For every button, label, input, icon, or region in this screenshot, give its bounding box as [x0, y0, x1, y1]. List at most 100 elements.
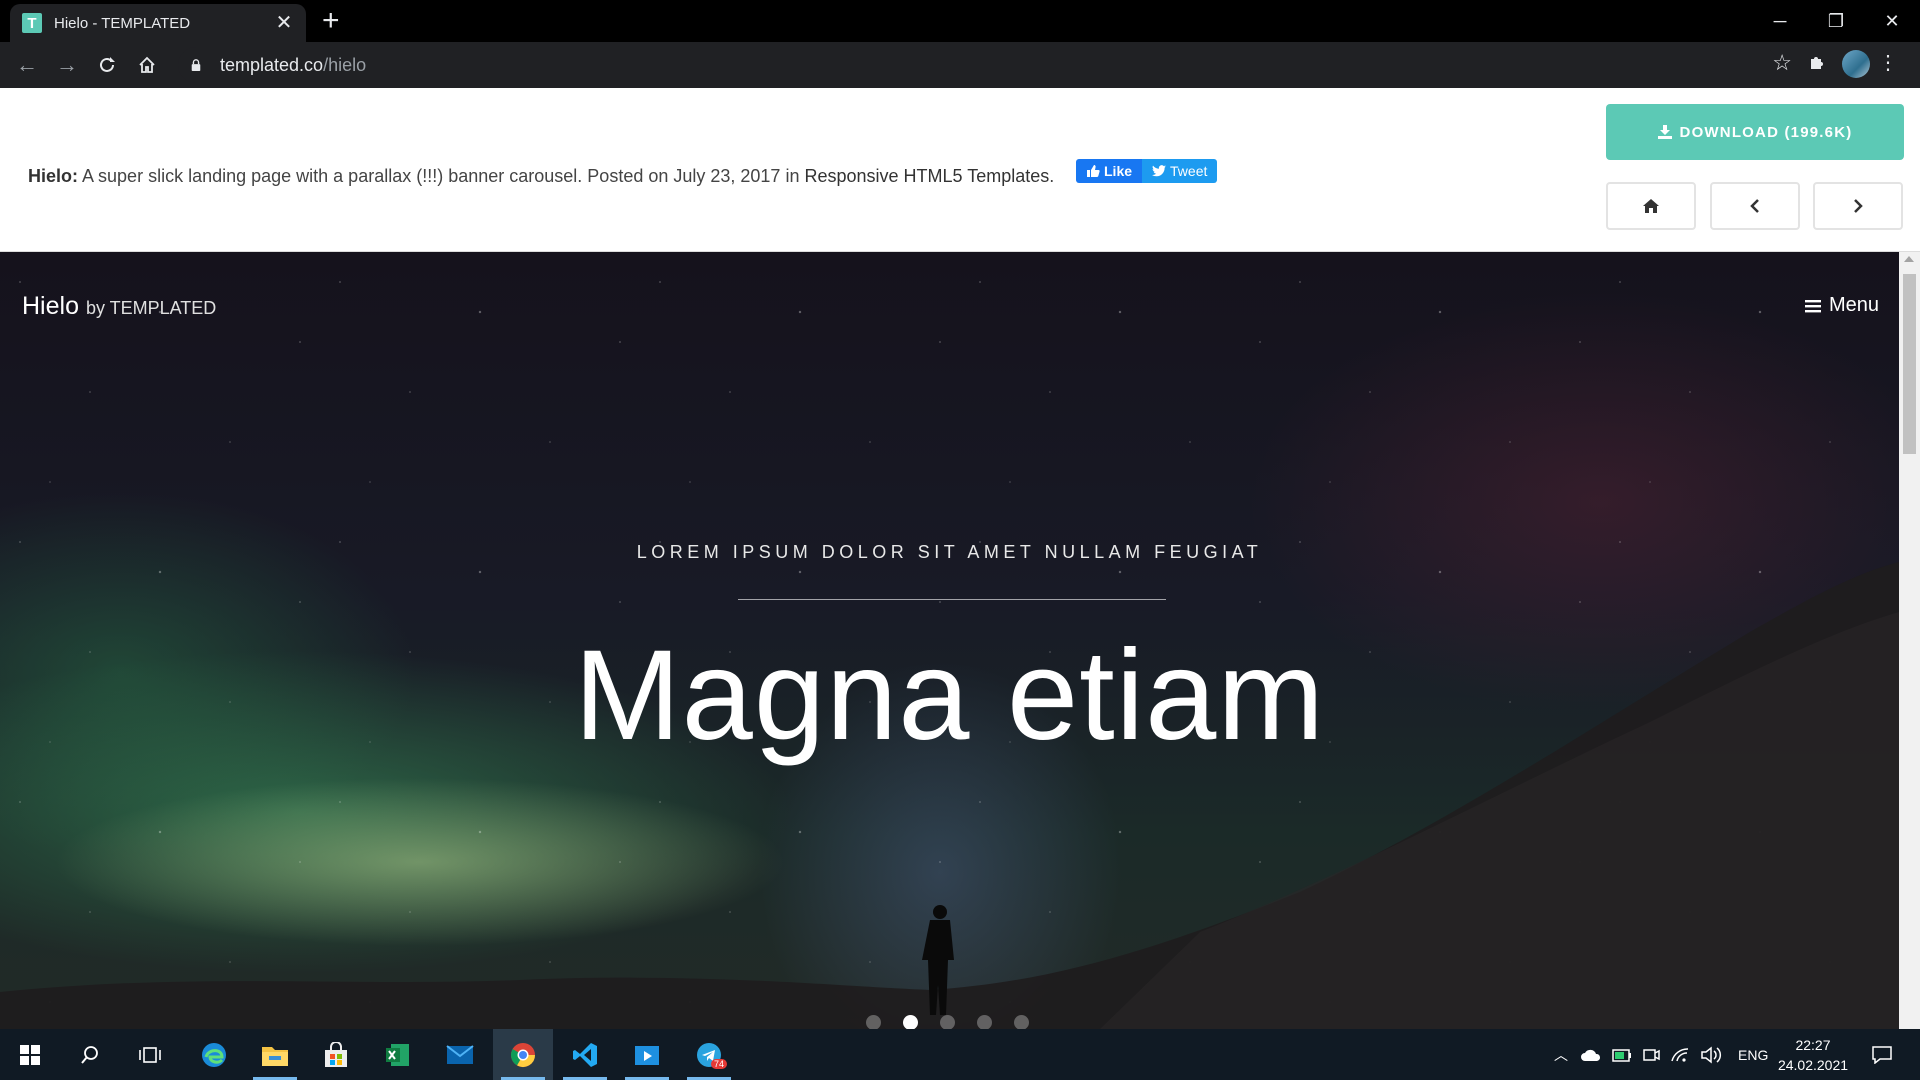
volume-icon[interactable]: [1700, 1045, 1722, 1064]
hamburger-icon: [1804, 299, 1821, 312]
chevron-left-icon: [1750, 199, 1759, 213]
restore-window-button[interactable]: ❐: [1808, 0, 1864, 42]
download-label: DOWNLOAD (199.6K): [1679, 123, 1853, 141]
site-logo[interactable]: Hielo by TEMPLATED: [22, 292, 216, 321]
home-nav-button[interactable]: [1606, 182, 1696, 230]
task-view-button[interactable]: [120, 1029, 180, 1080]
menu-label: Menu: [1828, 294, 1879, 316]
extensions-icon[interactable]: [1808, 52, 1828, 77]
reload-icon: [100, 57, 115, 72]
vscode-taskbar-button[interactable]: [555, 1029, 615, 1080]
tweet-label: Tweet: [1170, 163, 1208, 179]
carousel-dot[interactable]: [940, 1015, 955, 1029]
download-button[interactable]: DOWNLOAD (199.6K): [1606, 104, 1904, 160]
carousel-dots: [866, 1015, 1029, 1029]
page-scrollbar[interactable]: [1899, 252, 1920, 1029]
profile-avatar[interactable]: [1842, 50, 1870, 78]
telegram-unread-badge: 74: [711, 1059, 728, 1069]
edge-icon: [202, 1042, 226, 1067]
tweet-button[interactable]: Tweet: [1142, 159, 1218, 183]
hero-divider: [738, 599, 1166, 600]
summary-period: .: [1049, 166, 1055, 186]
onedrive-cloud-icon[interactable]: [1580, 1048, 1602, 1062]
start-button[interactable]: [0, 1029, 60, 1080]
home-icon: [139, 56, 155, 73]
meet-now-icon[interactable]: [1642, 1046, 1660, 1064]
hero-title: Magna etiam: [574, 624, 1325, 767]
notification-icon: [1872, 1045, 1892, 1064]
category-link[interactable]: Responsive HTML5 Templates: [804, 166, 1049, 186]
language-indicator[interactable]: ENG: [1738, 1047, 1768, 1063]
url-host: templated.co: [220, 54, 324, 75]
tab-title: Hielo - TEMPLATED: [54, 14, 191, 32]
media-player-taskbar-button[interactable]: [617, 1029, 677, 1080]
next-template-button[interactable]: [1813, 182, 1903, 230]
forward-button[interactable]: →: [50, 48, 84, 82]
bookmark-star-icon[interactable]: ☆: [1772, 50, 1792, 76]
close-window-button[interactable]: ✕: [1864, 0, 1920, 42]
close-tab-icon[interactable]: ✕: [274, 13, 294, 33]
store-taskbar-button[interactable]: [306, 1029, 366, 1080]
thumbs-up-icon: [1087, 165, 1100, 177]
twitter-bird-icon: [1152, 165, 1167, 177]
wifi-icon[interactable]: [1670, 1047, 1690, 1063]
media-player-icon: [635, 1045, 659, 1065]
carousel-dot[interactable]: [866, 1015, 881, 1029]
reload-button[interactable]: [90, 48, 124, 82]
telegram-taskbar-button[interactable]: 74: [679, 1029, 739, 1080]
lock-icon: [191, 59, 201, 71]
browser-menu-icon[interactable]: ⋮: [1878, 50, 1898, 76]
brand-byline: by TEMPLATED: [85, 298, 217, 318]
template-name: Hielo:: [28, 166, 79, 186]
new-tab-button[interactable]: +: [322, 6, 340, 36]
templated-header: Hielo: A super slick landing page with a…: [0, 88, 1920, 252]
social-buttons: Like Tweet: [1076, 159, 1218, 183]
file-explorer-taskbar-button[interactable]: [245, 1029, 305, 1080]
task-view-icon: [139, 1046, 161, 1063]
chrome-icon: [510, 1042, 535, 1067]
search-button[interactable]: [60, 1029, 120, 1080]
address-bar[interactable]: templated.co/hielo: [178, 47, 1778, 83]
scroll-up-arrow-icon[interactable]: [1904, 256, 1914, 262]
show-hidden-icons-chevron-icon[interactable]: ︿: [1546, 1045, 1576, 1065]
brand-name: Hielo: [22, 292, 79, 320]
carousel-dot[interactable]: [977, 1015, 992, 1029]
system-tray: ︿ ENG: [1546, 1029, 1768, 1080]
chrome-taskbar-button[interactable]: [493, 1029, 553, 1080]
folder-icon: [262, 1046, 288, 1066]
minimize-window-button[interactable]: ─: [1752, 0, 1808, 42]
clock-date: 24.02.2021: [1777, 1057, 1849, 1073]
browser-tab[interactable]: T Hielo - TEMPLATED ✕: [10, 4, 306, 42]
home-button[interactable]: [130, 48, 164, 82]
hero-subtitle: LOREM IPSUM DOLOR SIT AMET NULLAM FEUGIA…: [636, 542, 1263, 562]
like-label: Like: [1104, 163, 1133, 179]
back-button[interactable]: ←: [10, 48, 44, 82]
battery-icon[interactable]: [1612, 1047, 1632, 1063]
vscode-icon: [573, 1042, 597, 1067]
action-center-button[interactable]: [1852, 1029, 1912, 1080]
windows-logo-icon: [20, 1044, 40, 1065]
scrollbar-thumb[interactable]: [1903, 274, 1916, 454]
store-bag-icon: [325, 1041, 347, 1067]
windows-taskbar: 74 ︿ ENG 22:27 24.02.2021: [0, 1029, 1920, 1080]
url-path: /hielo: [323, 54, 367, 75]
menu-button[interactable]: Menu: [1804, 294, 1879, 317]
mail-taskbar-button[interactable]: [430, 1029, 490, 1080]
excel-icon: [386, 1043, 409, 1066]
template-summary: A super slick landing page with a parall…: [78, 166, 805, 186]
template-description: Hielo: A super slick landing page with a…: [28, 166, 1054, 187]
carousel-dot[interactable]: [1014, 1015, 1029, 1029]
facebook-like-button[interactable]: Like: [1076, 159, 1143, 183]
mail-icon: [446, 1044, 474, 1064]
edge-taskbar-button[interactable]: [184, 1029, 244, 1080]
clock-time: 22:27: [1795, 1037, 1831, 1053]
system-clock[interactable]: 22:27 24.02.2021: [1768, 1035, 1858, 1075]
chevron-right-icon: [1854, 199, 1863, 213]
carousel-dot[interactable]: [903, 1015, 918, 1029]
hero-banner: Hielo by TEMPLATED Menu LOREM IPSUM DOLO…: [0, 252, 1899, 1029]
excel-taskbar-button[interactable]: [368, 1029, 428, 1080]
previous-template-button[interactable]: [1710, 182, 1800, 230]
download-icon: [1657, 125, 1672, 139]
browser-toolbar: ← → templated.co/hielo ☆ ⋮: [0, 42, 1920, 88]
search-icon: [81, 1045, 98, 1064]
